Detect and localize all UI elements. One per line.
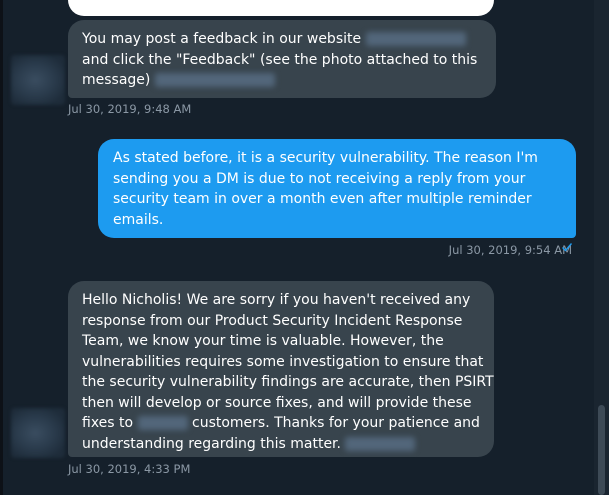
message-line: emails.	[113, 211, 164, 228]
message-line: Hello Nicholis! We are sorry if you have…	[82, 292, 471, 308]
message-line: the security vulnerability findings are …	[82, 374, 494, 390]
message-line: and click the "Feedback" (see the photo …	[82, 51, 478, 68]
sender-avatar[interactable]	[11, 55, 65, 105]
message-line: As stated before, it is a security vulne…	[113, 150, 538, 166]
outgoing-message-bubble[interactable]: As stated before, it is a security vulne…	[98, 139, 576, 238]
message-line: then will develop or source fixes, and w…	[82, 394, 472, 411]
sender-avatar[interactable]	[11, 408, 65, 458]
redacted-text	[137, 416, 188, 430]
incoming-message-bubble[interactable]: You may post a feedback in our website a…	[68, 20, 496, 98]
message-line: vulnerabilities requires some investigat…	[82, 353, 484, 370]
message-line: sending you a DM is due to not receiving…	[113, 170, 526, 187]
message-timestamp: Jul 30, 2019, 4:33 PM	[68, 462, 191, 476]
message-line: Team, we know your time is valuable. How…	[82, 333, 444, 349]
message-line: security team in over a month even after…	[113, 191, 532, 207]
previous-message-bubble	[68, 0, 494, 16]
redacted-text	[345, 436, 416, 451]
message-line: response from our Product Security Incid…	[82, 312, 463, 329]
message-line: fixes to customers. Thanks for your pati…	[82, 415, 480, 431]
message-timestamp: Jul 30, 2019, 9:54 AM	[448, 243, 572, 257]
redacted-text	[365, 32, 466, 46]
redacted-text	[154, 73, 275, 87]
incoming-message-bubble[interactable]: Hello Nicholis! We are sorry if you have…	[68, 281, 494, 457]
message-line: understanding regarding this matter.	[82, 434, 480, 455]
message-timestamp: Jul 30, 2019, 9:48 AM	[68, 102, 192, 116]
message-line: message)	[82, 70, 482, 91]
window-border	[0, 0, 3, 495]
message-line: You may post a feedback in our website	[82, 29, 482, 50]
checkmark-icon	[561, 241, 573, 256]
scrollbar-thumb[interactable]	[598, 405, 605, 495]
